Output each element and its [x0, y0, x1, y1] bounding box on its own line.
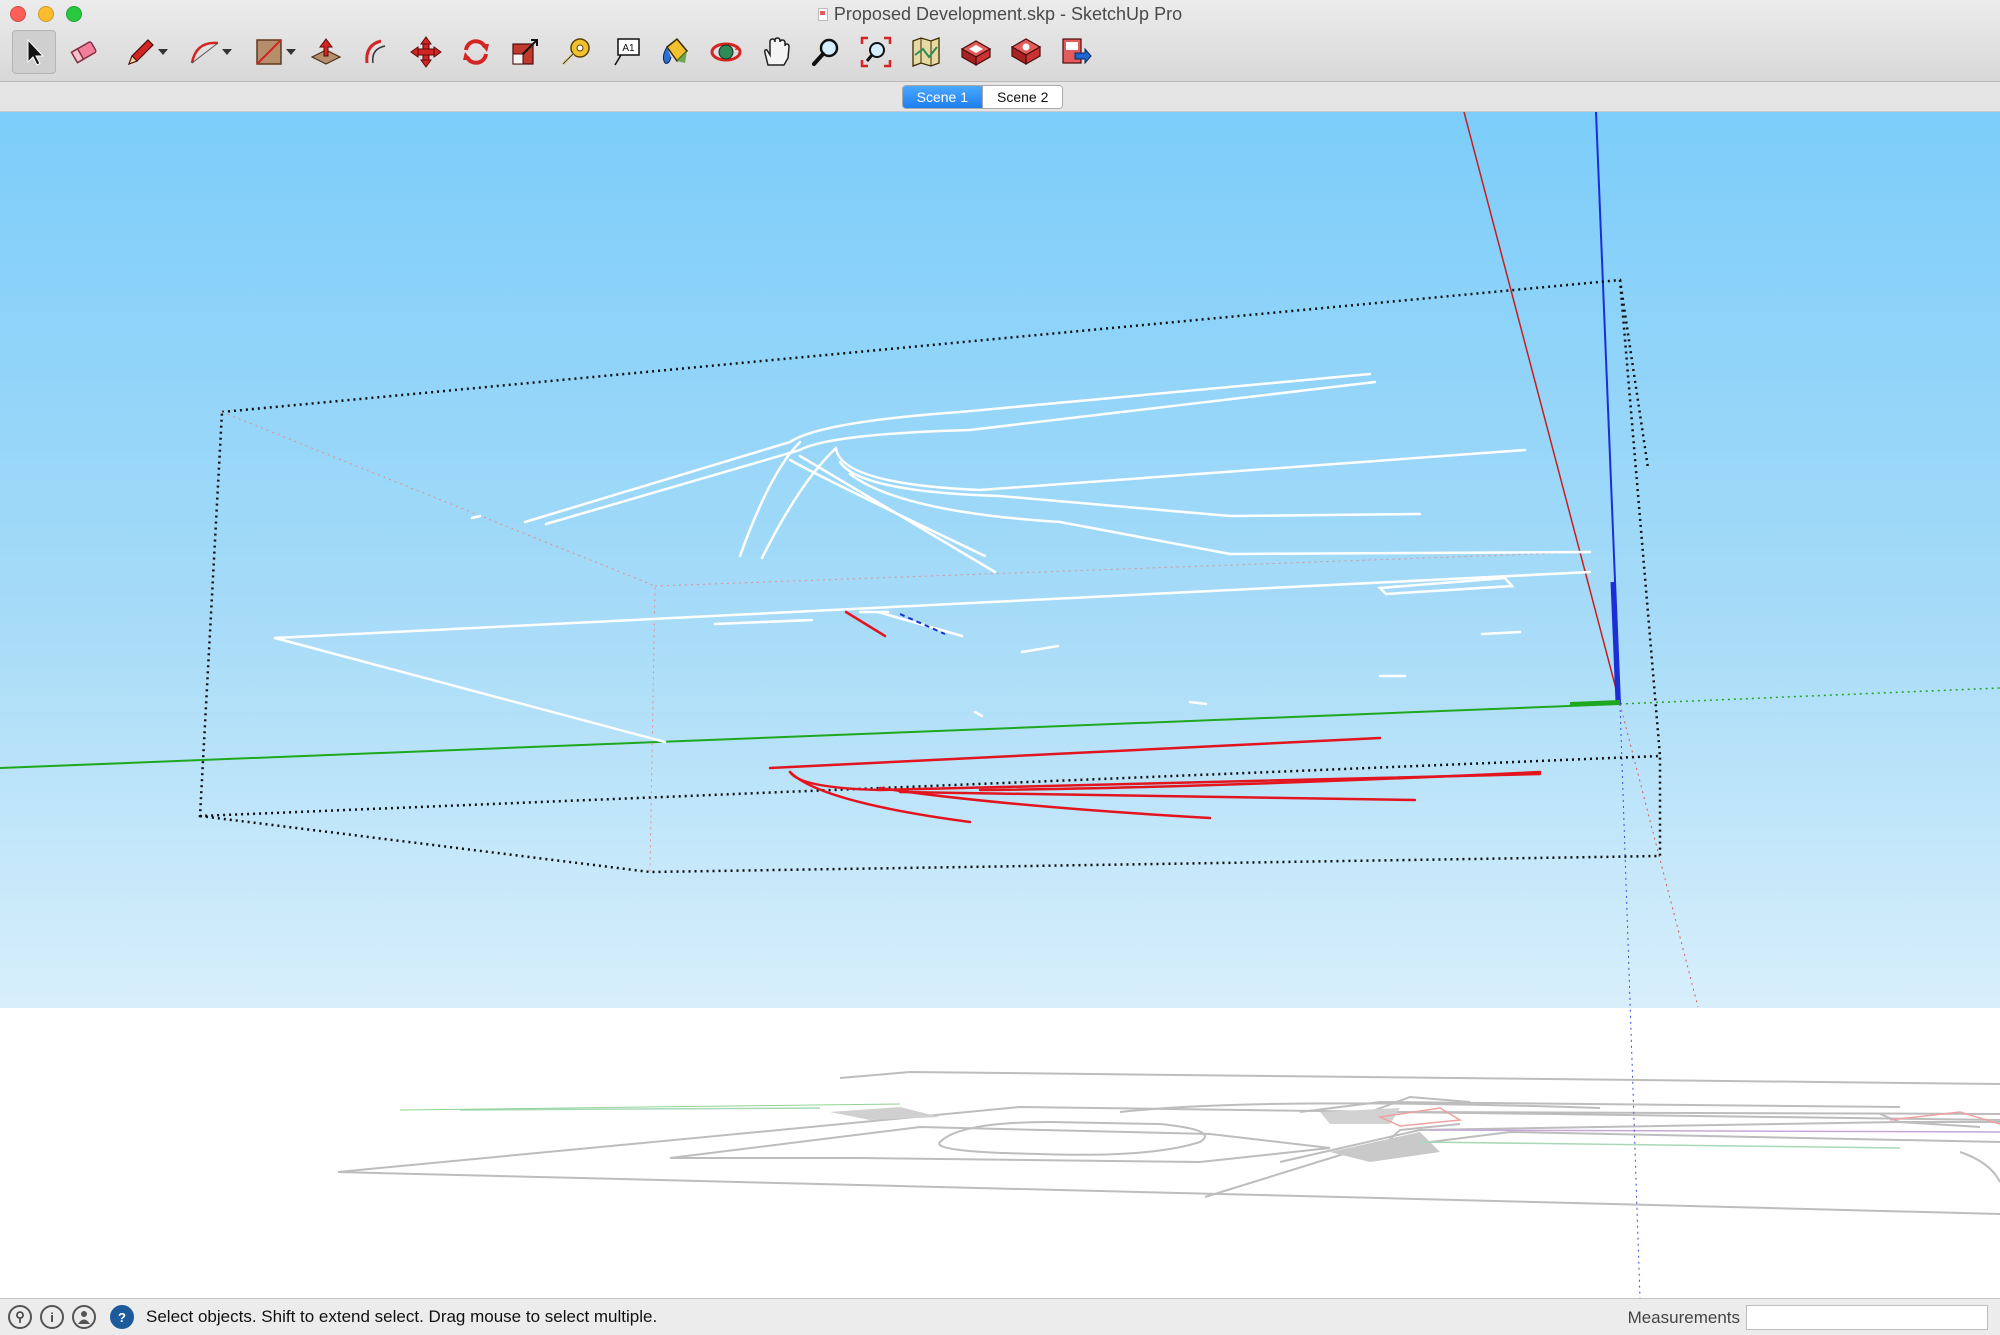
- ground-geometry: [337, 1070, 2000, 1215]
- red-axis: [1463, 112, 1699, 1008]
- axis-origin: [1569, 700, 1621, 706]
- model-viewport[interactable]: [0, 112, 2000, 1298]
- 3d-warehouse-tool-button[interactable]: [954, 30, 998, 74]
- main-toolbar: A1: [12, 30, 1104, 74]
- rectangle-icon: [256, 39, 282, 65]
- offset-tool-button[interactable]: [354, 30, 398, 74]
- zoom-tool-button[interactable]: [804, 30, 848, 74]
- move-icon: [410, 36, 442, 68]
- scale-tool-button[interactable]: [504, 30, 548, 74]
- measurements-label: Measurements: [1627, 1307, 1740, 1327]
- chevron-down-icon[interactable]: [222, 49, 232, 55]
- status-message: Select objects. Shift to extend select. …: [146, 1307, 658, 1326]
- chevron-down-icon[interactable]: [286, 49, 296, 55]
- instructor-help-icon[interactable]: ?: [110, 1305, 134, 1329]
- geo-location-icon[interactable]: ⚲: [8, 1305, 32, 1329]
- eraser-icon: [70, 41, 97, 64]
- orbit-tool-button[interactable]: [704, 30, 748, 74]
- user-account-icon[interactable]: [72, 1305, 96, 1329]
- window-title: Proposed Development.skp - SketchUp Pro: [833, 4, 1183, 24]
- warehouse-icon: [960, 40, 992, 67]
- eraser-tool-button[interactable]: [62, 30, 106, 74]
- tab-scene-2[interactable]: Scene 2: [983, 85, 1063, 108]
- document-icon: [817, 8, 828, 21]
- send-to-layout-tool-button[interactable]: [1054, 30, 1098, 74]
- tab-scene-1[interactable]: Scene 1: [902, 85, 983, 108]
- pencil-icon: [127, 39, 154, 66]
- selected-edges[interactable]: [273, 372, 1592, 744]
- text-icon: A1: [614, 38, 640, 66]
- select-tool-button[interactable]: [12, 30, 56, 74]
- credits-info-icon[interactable]: i: [40, 1305, 64, 1329]
- measurements-input[interactable]: [1746, 1305, 1988, 1330]
- extension-warehouse-tool-button[interactable]: [1004, 30, 1048, 74]
- selection-bounding-box: [198, 278, 1662, 874]
- rectangle-tool-button[interactable]: [240, 30, 298, 74]
- status-bar: ⚲ i ? Select objects. Shift to extend se…: [0, 1298, 2000, 1335]
- orbit-icon: [710, 42, 742, 62]
- bounding-box-hidden-edges: [221, 411, 1591, 873]
- arc-icon: [190, 41, 219, 64]
- paint-bucket-tool-button[interactable]: [654, 30, 698, 74]
- add-location-tool-button[interactable]: [904, 30, 948, 74]
- scene-tabs-bar: Scene 1 Scene 2: [0, 82, 2000, 112]
- green-axis: [0, 687, 2000, 1111]
- rotate-tool-button[interactable]: [454, 30, 498, 74]
- pan-tool-button[interactable]: [754, 30, 798, 74]
- move-tool-button[interactable]: [404, 30, 448, 74]
- push-pull-icon: [310, 38, 342, 65]
- rotate-icon: [463, 39, 489, 65]
- layout-icon: [1062, 38, 1092, 65]
- text-tool-button[interactable]: A1: [604, 30, 648, 74]
- scale-icon: [512, 39, 538, 65]
- person-icon: [78, 1311, 90, 1324]
- selected-edges-red[interactable]: [768, 610, 1542, 824]
- map-icon: [912, 37, 940, 67]
- scene-tabs: Scene 1 Scene 2: [901, 84, 1064, 109]
- measurements-box: Measurements: [1628, 1305, 1988, 1330]
- push-pull-tool-button[interactable]: [304, 30, 348, 74]
- extension-icon: [1010, 38, 1042, 66]
- zoom-extents-tool-button[interactable]: [854, 30, 898, 74]
- arrow-cursor-icon: [27, 38, 45, 66]
- svg-text:A1: A1: [622, 43, 635, 54]
- arc-tool-button[interactable]: [176, 30, 234, 74]
- window-title-area: Proposed Development.skp - SketchUp Pro: [0, 4, 2000, 25]
- magnifier-icon: [812, 38, 839, 66]
- line-tool-button[interactable]: [112, 30, 170, 74]
- paint-bucket-icon: [662, 37, 689, 64]
- offset-icon: [365, 39, 386, 64]
- hand-icon: [764, 37, 790, 66]
- window-titlebar: Proposed Development.skp - SketchUp Pro: [0, 0, 2000, 82]
- tape-measure-icon: [561, 38, 590, 66]
- chevron-down-icon[interactable]: [158, 49, 168, 55]
- model-canvas[interactable]: [0, 112, 2000, 1298]
- zoom-extents-icon: [860, 36, 892, 68]
- tape-measure-tool-button[interactable]: [554, 30, 598, 74]
